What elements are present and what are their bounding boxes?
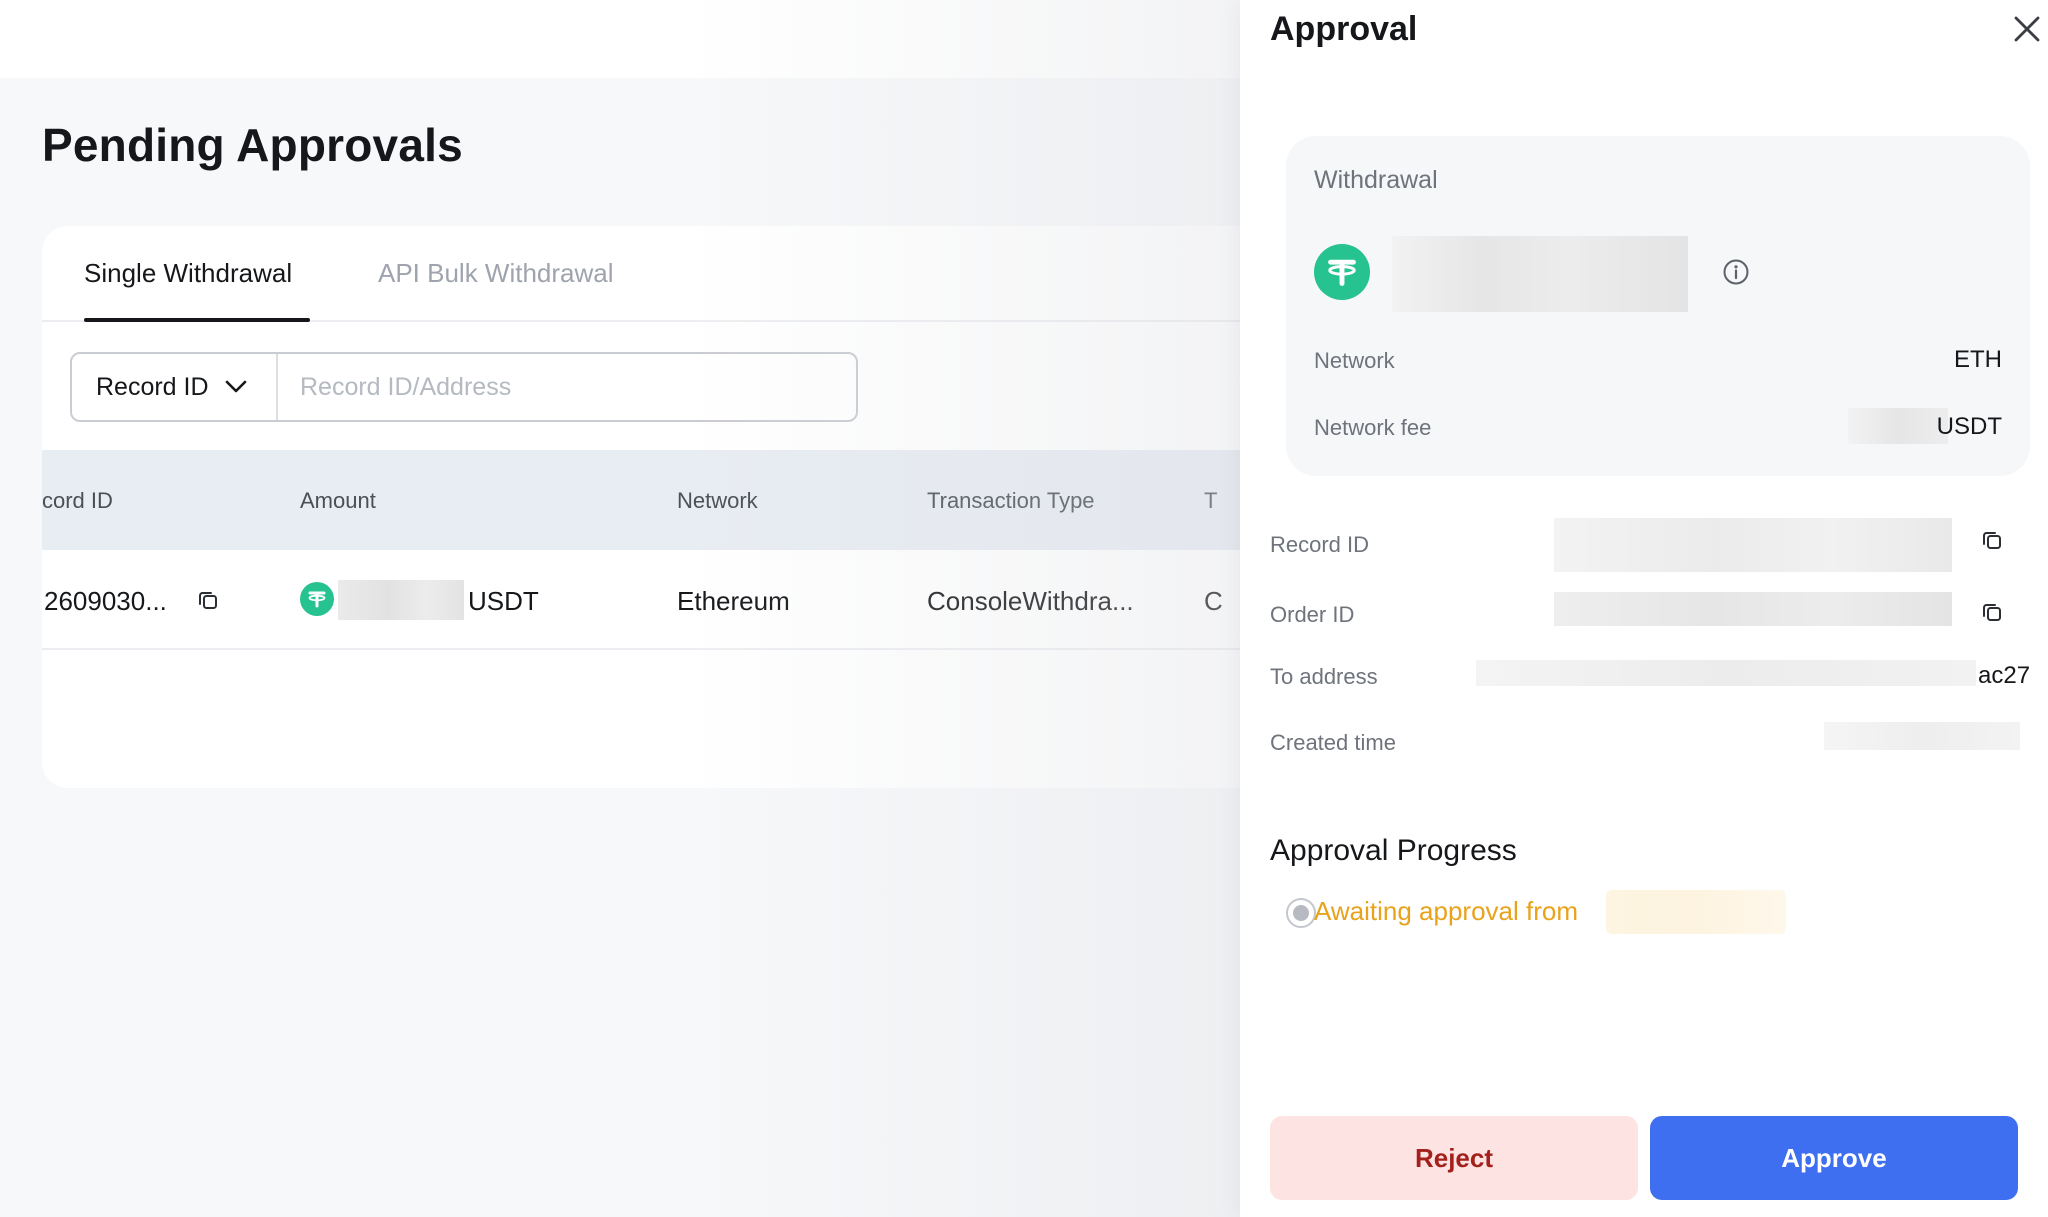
copy-icon[interactable]	[196, 588, 220, 612]
approval-progress-title: Approval Progress	[1270, 834, 1517, 867]
usdt-icon	[1314, 244, 1370, 300]
record-id-label: Record ID	[1270, 532, 1370, 557]
tab-single-withdrawal[interactable]: Single Withdrawal	[84, 258, 292, 289]
close-icon[interactable]	[2010, 12, 2044, 46]
column-header-record-id[interactable]: cord ID	[42, 488, 113, 514]
network-label: Network	[1314, 348, 1395, 373]
amount-redacted	[338, 580, 464, 620]
tab-bar: Single Withdrawal API Bulk Withdrawal	[42, 226, 1240, 322]
created-time-redacted	[1824, 722, 2020, 750]
drawer-title: Approval	[1270, 10, 1418, 48]
order-id-redacted	[1554, 592, 1952, 626]
copy-icon[interactable]	[1980, 528, 2004, 552]
column-header-network[interactable]: Network	[677, 488, 758, 514]
search-field-select[interactable]: Record ID	[72, 354, 278, 420]
table-header: cord ID Amount Network Transaction Type …	[42, 450, 1240, 550]
info-icon[interactable]	[1722, 258, 1750, 286]
order-id-label: Order ID	[1270, 602, 1355, 627]
page-title: Pending Approvals	[42, 119, 463, 171]
search-box: Record ID	[70, 352, 858, 422]
progress-step-indicator	[1286, 898, 1316, 928]
record-id-cell: 2609030...	[44, 586, 167, 616]
copy-icon[interactable]	[1980, 600, 2004, 624]
background-page: Pending Approvals Single Withdrawal API …	[0, 0, 1240, 1217]
approvals-card: Single Withdrawal API Bulk Withdrawal Re…	[42, 226, 1240, 788]
withdrawal-summary-card: Withdrawal Network ETH Network fee USDT	[1286, 136, 2030, 476]
truncated-cell: C	[1204, 586, 1223, 616]
approval-drawer: Approval Withdrawal Network ETH Network …	[1240, 0, 2048, 1217]
table-row[interactable]: 2609030... USDT Ethereum ConsoleWithdra.…	[42, 550, 1240, 650]
withdrawal-label: Withdrawal	[1314, 166, 1438, 194]
column-header-transaction-type[interactable]: Transaction Type	[927, 488, 1095, 514]
reject-button[interactable]: Reject	[1270, 1116, 1638, 1200]
usdt-icon	[300, 582, 334, 616]
network-value: ETH	[1954, 346, 2002, 373]
search-field-label: Record ID	[96, 372, 209, 401]
column-header-truncated[interactable]: T	[1204, 488, 1217, 514]
tab-api-bulk-withdrawal[interactable]: API Bulk Withdrawal	[378, 258, 614, 289]
network-fee-label: Network fee	[1314, 415, 1432, 440]
to-address-suffix: ac27	[1978, 662, 2031, 689]
created-time-label: Created time	[1270, 730, 1396, 755]
network-cell: Ethereum	[677, 586, 790, 616]
search-input[interactable]	[278, 354, 856, 420]
network-fee-currency: USDT	[1936, 413, 2002, 440]
active-tab-indicator	[84, 318, 310, 322]
record-id-redacted	[1554, 518, 1952, 572]
amount-currency: USDT	[468, 586, 539, 616]
approver-redacted	[1606, 890, 1786, 934]
to-address-redacted	[1476, 660, 1976, 686]
chevron-down-icon	[225, 376, 247, 398]
column-header-amount[interactable]: Amount	[300, 488, 376, 514]
amount-redacted	[1392, 236, 1688, 312]
to-address-label: To address	[1270, 664, 1378, 689]
fee-redacted	[1848, 408, 1948, 444]
approve-button[interactable]: Approve	[1650, 1116, 2018, 1200]
transaction-type-cell: ConsoleWithdra...	[927, 586, 1134, 616]
awaiting-approval-text: Awaiting approval from	[1314, 896, 1578, 926]
